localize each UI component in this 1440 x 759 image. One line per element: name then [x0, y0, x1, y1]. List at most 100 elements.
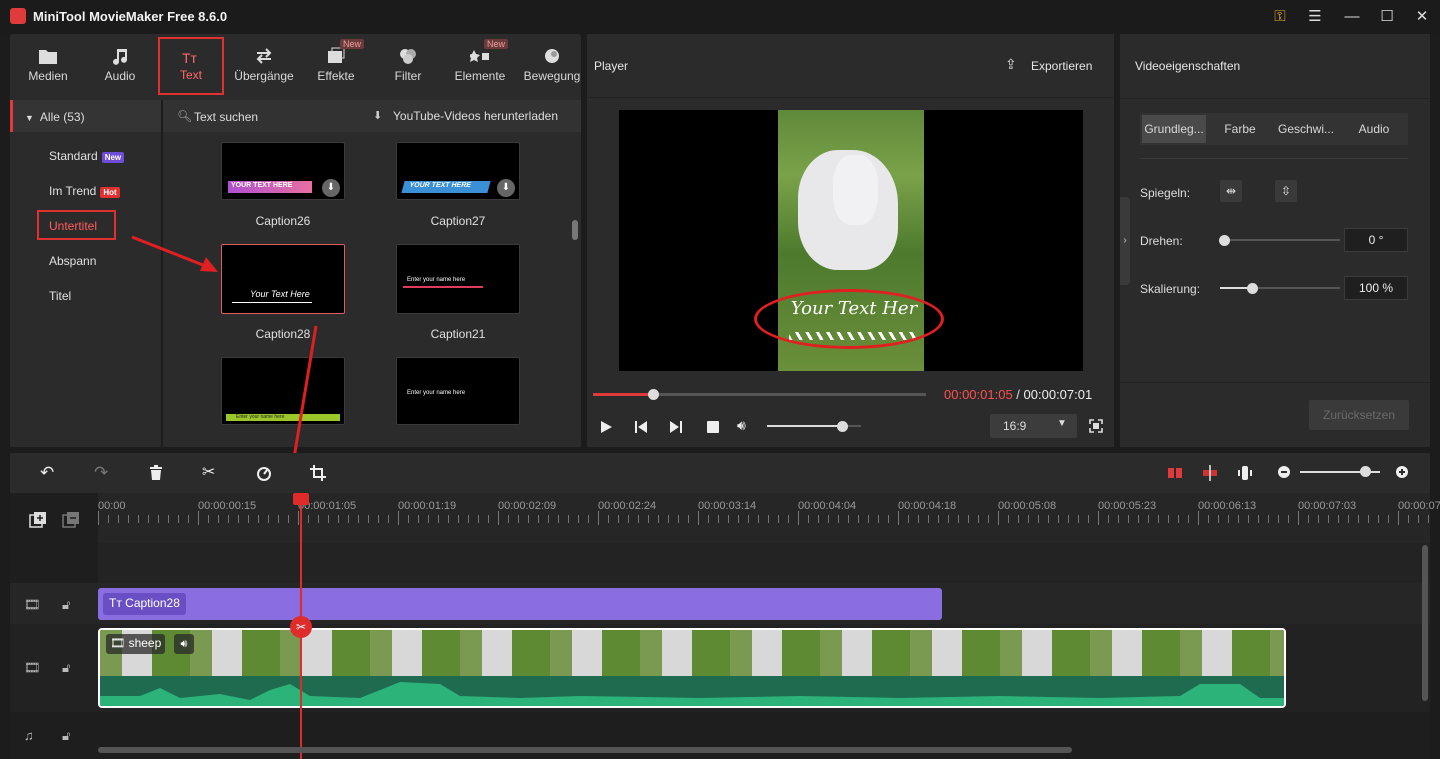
add-track-icon[interactable] [29, 511, 47, 529]
lock-icon[interactable]: 🔓︎ [62, 660, 70, 676]
zoom-out-icon[interactable] [1277, 465, 1291, 479]
caption21-thumbnail[interactable]: Enter your name here [396, 244, 520, 314]
flip-vertical-icon[interactable]: ⇳ [1275, 180, 1297, 202]
undo-icon[interactable]: ↶ [40, 463, 54, 483]
ruler-tick [1078, 515, 1079, 523]
ruler-tick [368, 515, 369, 523]
category-abspann[interactable]: Abspann [49, 254, 96, 268]
tab-text[interactable]: Tт Text [158, 37, 224, 95]
youtube-download-icon[interactable]: ⬇ [373, 109, 382, 122]
export-icon[interactable]: ⇪ [1005, 56, 1017, 73]
vertical-scrollbar[interactable] [1422, 545, 1428, 701]
category-im-trend[interactable]: Im Trend Hot [49, 184, 120, 198]
download-icon[interactable]: ⬇ [497, 179, 515, 197]
tab-audio[interactable]: Audio [1342, 113, 1406, 145]
redo-icon[interactable]: ↷ [94, 463, 108, 483]
category-all[interactable]: ▼ Alle (53) [10, 100, 161, 132]
ruler-tick [1108, 515, 1109, 523]
tab-effekte[interactable]: New Effekte [300, 34, 372, 100]
progress-track[interactable] [593, 393, 926, 396]
ruler-tick [1278, 515, 1279, 523]
ruler-tick [938, 515, 939, 523]
ruler-label: 00:00:02:09 [498, 500, 557, 512]
tab-audio[interactable]: Audio [84, 34, 156, 100]
ruler-tick [618, 515, 619, 523]
ruler-tick [108, 515, 109, 523]
next-frame-icon[interactable] [669, 420, 683, 434]
rotate-knob[interactable] [1219, 235, 1230, 246]
player-panel: Player ⇪ Exportieren Your Text Her 00:00… [587, 34, 1114, 447]
key-icon[interactable]: ⚿ [1270, 7, 1290, 27]
tab-farbe[interactable]: Farbe [1208, 113, 1272, 145]
split-track-icon[interactable] [1202, 465, 1218, 481]
volume-knob[interactable] [837, 421, 849, 432]
horizontal-scrollbar[interactable] [98, 747, 1072, 753]
zoom-in-icon[interactable] [1395, 465, 1409, 479]
zoom-knob[interactable] [1360, 466, 1371, 477]
rotate-value[interactable]: 0 ° [1344, 228, 1408, 252]
tab-elemente[interactable]: New Elemente [444, 34, 516, 100]
reset-button[interactable]: Zurücksetzen [1309, 400, 1409, 430]
caption26-thumbnail[interactable]: YOUR TEXT HERE ⬇ [221, 142, 345, 200]
aspect-ratio-select[interactable]: 16:9 ▼ [990, 414, 1077, 438]
audio-mixer-icon[interactable] [1237, 465, 1253, 481]
split-scissors-icon[interactable]: ✂ [290, 616, 312, 638]
caption28-thumbnail[interactable]: Your Text Here [221, 244, 345, 314]
ruler-tick [828, 515, 829, 523]
stop-icon[interactable] [706, 420, 720, 434]
close-icon[interactable]: ✕ [1412, 7, 1432, 27]
split-scissors-icon[interactable]: ✂ [202, 462, 215, 482]
caption27-thumbnail[interactable]: YOUR TEXT HERE ⬇ [396, 142, 520, 200]
lock-icon[interactable]: 🔓︎ [62, 597, 70, 613]
ruler-tick [718, 515, 719, 523]
tab-geschwindigkeit[interactable]: Geschwi... [1274, 113, 1338, 145]
category-untertitel[interactable]: Untertitel [49, 219, 97, 233]
ruler-tick [768, 515, 769, 523]
search-input[interactable]: Text suchen [194, 110, 258, 124]
snap-icon[interactable] [1167, 465, 1183, 481]
volume-icon[interactable]: 🔊︎ [737, 417, 746, 434]
tab-bewegung[interactable]: Bewegung [516, 34, 588, 100]
caption-clip[interactable]: Tт Caption28 [98, 588, 942, 620]
scale-value[interactable]: 100 % [1344, 276, 1408, 300]
export-button[interactable]: Exportieren [1031, 59, 1092, 73]
play-icon[interactable] [599, 420, 613, 434]
category-standard[interactable]: Standard New [49, 149, 125, 163]
rotate-slider[interactable] [1220, 239, 1340, 241]
video-preview[interactable]: Your Text Her [619, 110, 1083, 371]
ruler-tick [548, 515, 549, 523]
playhead-handle[interactable] [293, 493, 309, 505]
menu-icon[interactable]: ☰ [1305, 7, 1325, 27]
scale-knob[interactable] [1247, 283, 1258, 294]
collapse-panel-icon[interactable]: › [1120, 197, 1130, 285]
delete-icon[interactable] [149, 465, 163, 481]
download-icon[interactable]: ⬇ [322, 179, 340, 197]
filter-icon [400, 49, 416, 64]
tab-filter[interactable]: Filter [372, 34, 444, 100]
search-icon[interactable]: 🔍︎ [177, 109, 192, 123]
video-clip[interactable]: 🎞︎ sheep 🔊︎ [98, 628, 1286, 708]
remove-track-icon[interactable] [62, 511, 80, 529]
ruler-tick [788, 515, 789, 523]
caption-thumbnail[interactable]: Enter your name here [396, 357, 520, 425]
ruler-tick [708, 515, 709, 523]
flip-horizontal-icon[interactable]: ⇹ [1220, 180, 1242, 202]
youtube-download-link[interactable]: YouTube-Videos herunterladen [393, 109, 558, 123]
previous-frame-icon[interactable] [634, 420, 648, 434]
tab-grundlegend[interactable]: Grundleg... [1142, 115, 1206, 143]
tab-uebergaenge[interactable]: Übergänge [228, 34, 300, 100]
tab-medien[interactable]: Medien [12, 34, 84, 100]
new-badge: New [101, 152, 125, 163]
category-titel[interactable]: Titel [49, 289, 71, 303]
speed-icon[interactable] [256, 465, 272, 481]
progress-knob[interactable] [647, 389, 659, 400]
crop-icon[interactable] [310, 465, 326, 481]
film-icon: 🎞︎ [110, 636, 129, 650]
volume-icon[interactable]: 🔊︎ [174, 634, 194, 654]
fullscreen-icon[interactable] [1089, 419, 1103, 433]
maximize-icon[interactable]: ☐ [1377, 7, 1397, 27]
lock-icon[interactable]: 🔓︎ [62, 728, 70, 744]
minimize-icon[interactable]: — [1342, 7, 1362, 27]
library-scrollbar[interactable] [572, 220, 578, 240]
ruler-tick [988, 515, 989, 523]
